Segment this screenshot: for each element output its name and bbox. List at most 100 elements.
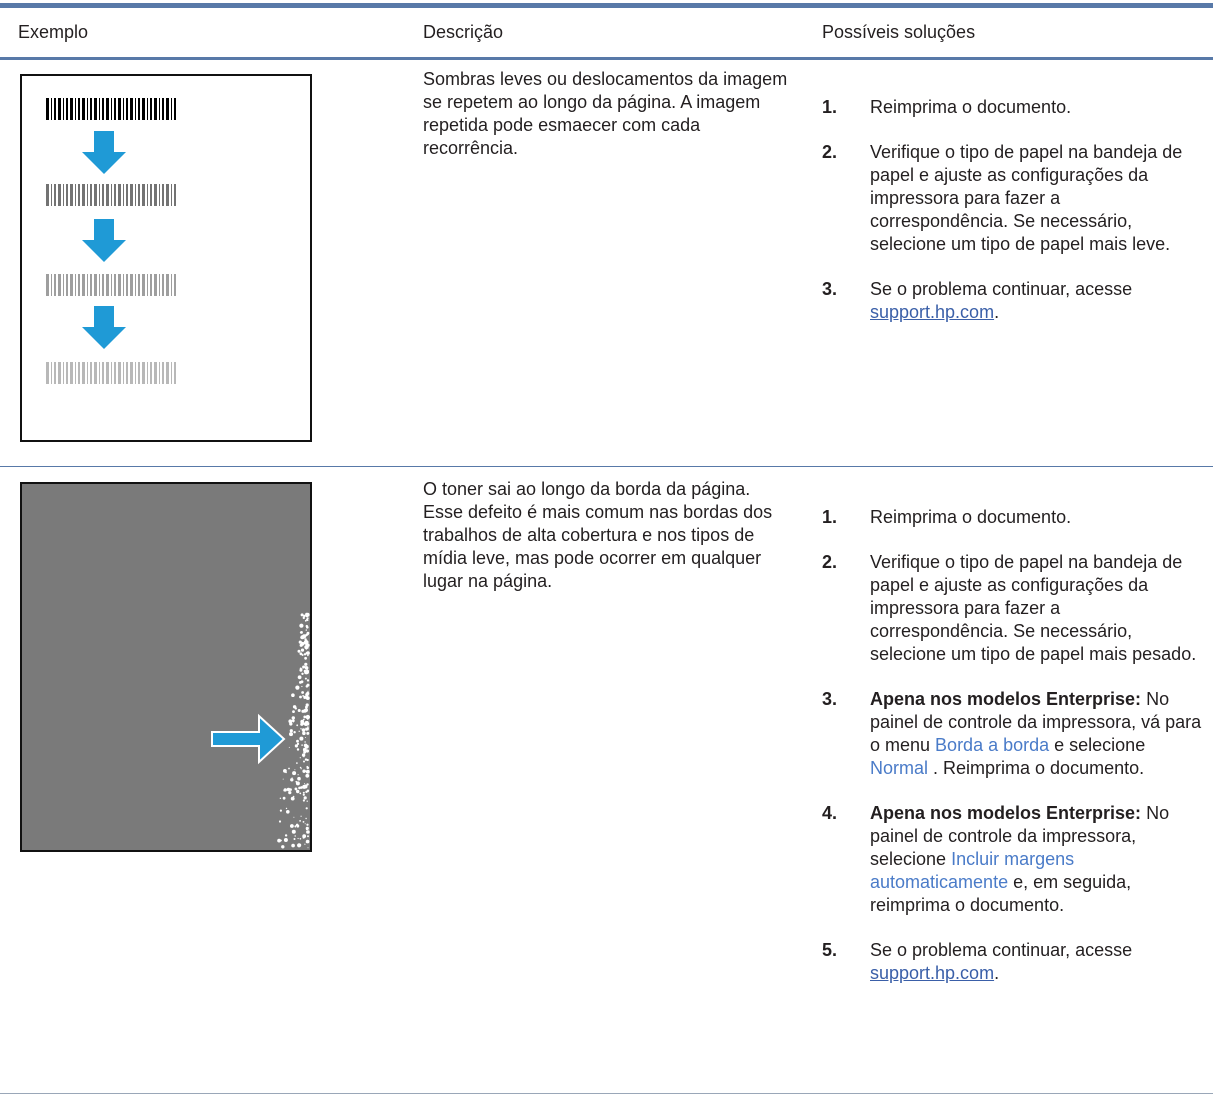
- toner-scatter-illustration: [211, 612, 310, 849]
- row-divider: [0, 466, 1213, 467]
- barcode-1: [46, 98, 176, 120]
- toner-speck: [299, 695, 302, 699]
- toner-speck: [286, 810, 290, 814]
- barcode-4: [46, 362, 176, 384]
- toner-speck: [298, 640, 302, 644]
- toner-speck: [303, 669, 307, 673]
- toner-speck: [301, 672, 304, 675]
- toner-speck: [292, 798, 294, 800]
- header-description: Descrição: [423, 22, 504, 42]
- toner-speck: [306, 651, 310, 655]
- step-text: e selecione: [1049, 735, 1146, 755]
- toner-speck: [283, 789, 286, 792]
- toner-speck: [300, 728, 302, 730]
- toner-speck: [306, 683, 310, 687]
- step-text: . Reimprima o documento.: [928, 758, 1145, 778]
- toner-speck: [290, 824, 294, 828]
- toner-speck: [296, 724, 299, 727]
- toner-speck: [294, 706, 297, 708]
- step-suffix: .: [994, 963, 1000, 983]
- toner-speck: [306, 823, 309, 826]
- toner-speck: [306, 758, 309, 762]
- toner-speck: [293, 838, 296, 840]
- toner-speck: [307, 718, 309, 720]
- toner-speck: [305, 624, 308, 628]
- support-link[interactable]: support.hp.com: [870, 963, 994, 983]
- toner-speck: [305, 839, 310, 844]
- toner-speck: [301, 728, 306, 732]
- toner-speck: [294, 773, 296, 774]
- support-link[interactable]: support.hp.com: [870, 302, 994, 322]
- table-bottom-rule: [0, 1093, 1213, 1094]
- arrow-down-icon: [82, 306, 126, 349]
- toner-speck: [299, 820, 301, 822]
- toner-speck: [303, 760, 305, 763]
- toner-speck: [303, 614, 306, 618]
- solution-step: 3. Se o problema continuar, acesse suppo…: [822, 278, 1202, 324]
- toner-speck: [301, 685, 303, 688]
- example-image-toner-scatter: [20, 482, 312, 852]
- header-rule: [0, 57, 1213, 60]
- toner-speck: [288, 746, 290, 748]
- toner-speck: [302, 718, 305, 721]
- toner-speck: [293, 731, 296, 734]
- toner-speck: [304, 823, 306, 825]
- toner-speck: [290, 778, 294, 782]
- toner-speck: [307, 645, 309, 647]
- toner-speck: [299, 757, 301, 759]
- toner-speck: [301, 753, 306, 757]
- arrow-right-icon: [211, 713, 286, 765]
- step-number: 2.: [822, 552, 838, 572]
- toner-speck: [306, 800, 308, 802]
- toner-speck: [297, 649, 301, 653]
- toner-speck: [307, 728, 309, 731]
- toner-speck: [306, 679, 310, 682]
- toner-speck: [296, 824, 300, 828]
- toner-speck: [306, 731, 310, 735]
- toner-speck: [289, 732, 293, 737]
- toner-speck: [289, 729, 293, 733]
- toner-speck: [306, 669, 309, 673]
- toner-speck: [305, 773, 310, 778]
- toner-speck: [305, 817, 307, 820]
- toner-speck: [304, 677, 307, 680]
- toner-speck: [295, 685, 300, 690]
- toner-speck: [300, 719, 305, 724]
- toner-speck: [306, 807, 308, 809]
- toner-speck: [305, 769, 310, 774]
- toner-speck: [305, 703, 309, 707]
- row2-description: O toner sai ao longo da borda da página.…: [423, 479, 773, 591]
- toner-speck: [305, 745, 308, 749]
- row1-description: Sombras leves ou deslocamentos da imagem…: [423, 69, 788, 158]
- toner-speck: [291, 843, 295, 848]
- toner-speck: [302, 836, 305, 839]
- solution-step: 4. Apena nos modelos Enterprise: No pain…: [822, 802, 1202, 917]
- enterprise-note: Apena nos modelos Enterprise:: [870, 803, 1142, 823]
- toner-speck: [288, 767, 290, 770]
- barcode-2: [46, 184, 176, 206]
- toner-speck: [292, 771, 297, 776]
- toner-speck: [307, 835, 309, 838]
- toner-speck: [303, 796, 307, 800]
- toner-speck: [297, 675, 302, 680]
- enterprise-note: Apena nos modelos Enterprise:: [870, 689, 1142, 709]
- toner-speck: [306, 631, 310, 635]
- step-number: 5.: [822, 940, 838, 960]
- toner-speck: [302, 793, 305, 796]
- toner-speck: [303, 784, 308, 789]
- toner-speck: [285, 807, 288, 810]
- solution-step: 1. Reimprima o documento.: [822, 96, 1202, 119]
- toner-speck: [304, 770, 307, 772]
- toner-speck: [277, 838, 281, 843]
- toner-speck: [306, 771, 308, 774]
- toner-speck: [292, 710, 295, 713]
- toner-speck: [302, 799, 305, 802]
- toner-speck: [279, 809, 282, 812]
- toner-speck: [301, 691, 304, 694]
- toner-speck: [282, 796, 286, 800]
- toner-speck: [305, 693, 309, 697]
- step-text: Se o problema continuar, acesse: [870, 279, 1133, 299]
- toner-speck: [305, 696, 310, 700]
- toner-speck: [291, 777, 293, 779]
- toner-speck: [294, 769, 296, 771]
